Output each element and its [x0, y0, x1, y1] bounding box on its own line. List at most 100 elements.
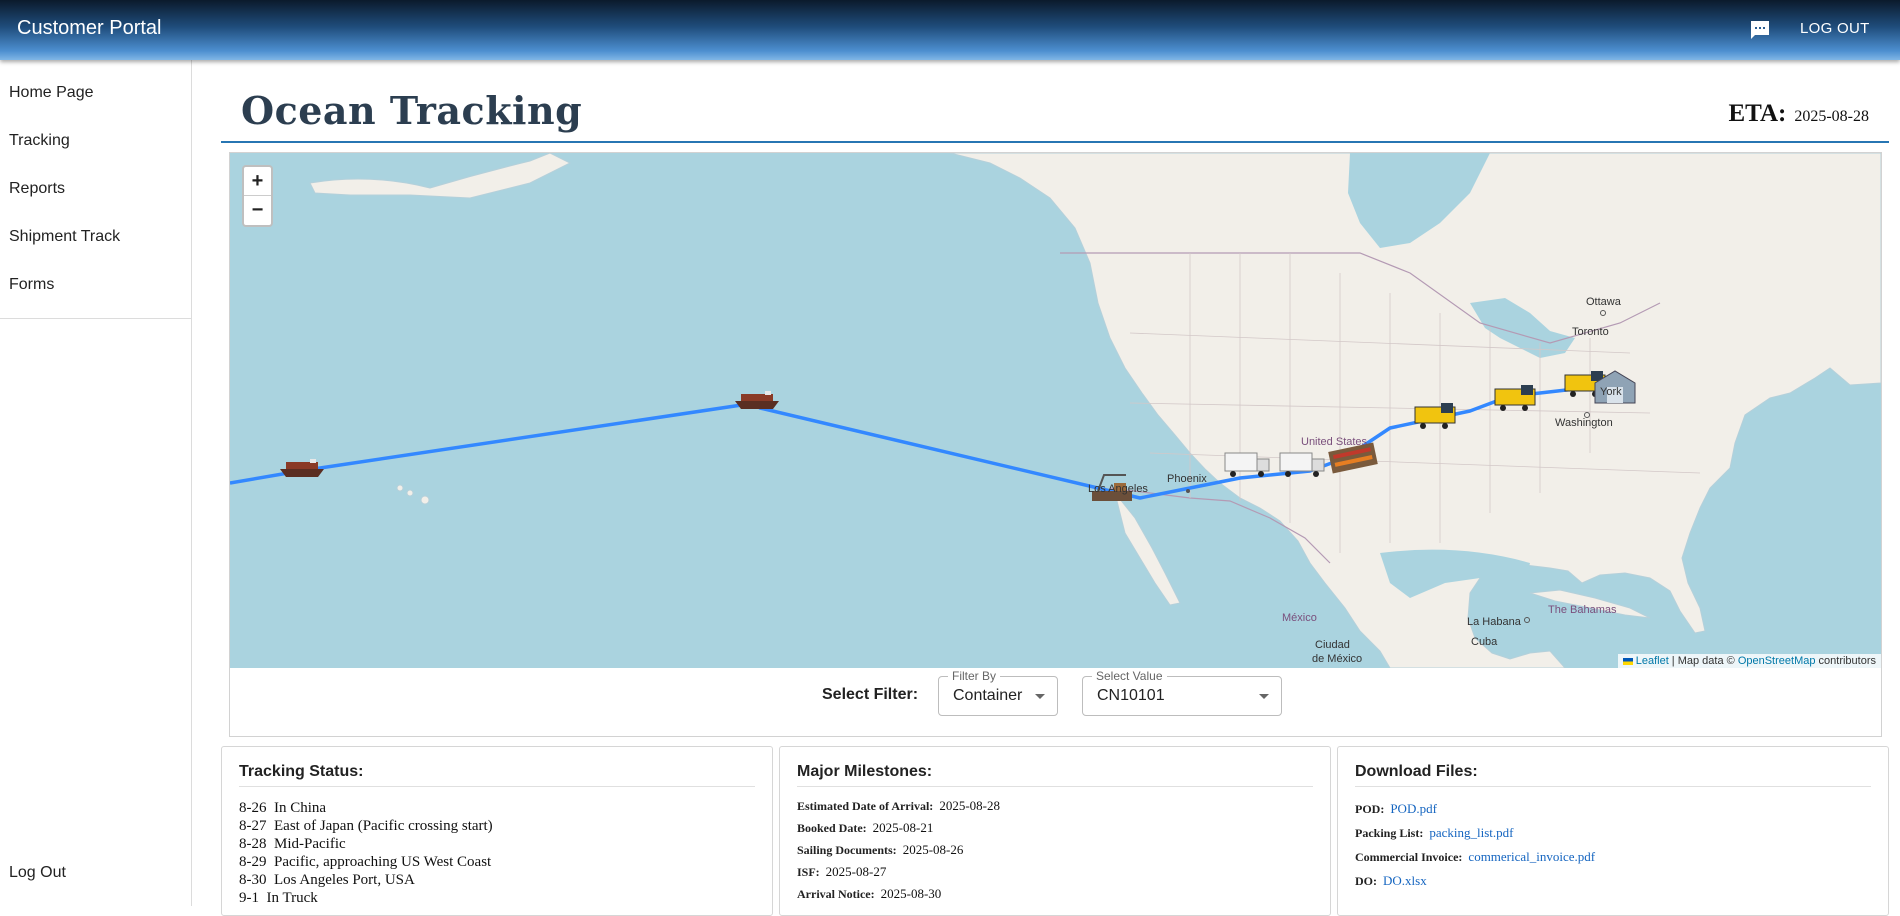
sidebar-nav: Home Page Tracking Reports Shipment Trac…	[0, 60, 191, 319]
major-milestones-title: Major Milestones:	[797, 763, 933, 780]
zoom-out-button[interactable]: −	[244, 196, 271, 225]
milestone-label: Arrival Notice:	[797, 887, 875, 901]
milestone-value: 2025-08-21	[872, 820, 934, 835]
download-row: Packing List: packing_list.pdf	[1355, 821, 1871, 845]
place-label-de-mexico: de México	[1312, 653, 1363, 665]
download-label: Packing List:	[1355, 826, 1424, 840]
place-label-ottawa: Ottawa	[1586, 296, 1621, 308]
downloads-list: POD: POD.pdf Packing List: packing_list.pd…	[1355, 797, 1871, 893]
place-label-washington: Washington	[1555, 417, 1613, 429]
place-label-la-habana: La Habana	[1467, 616, 1521, 628]
app-title: Customer Portal	[17, 17, 162, 39]
chevron-down-icon	[1259, 694, 1269, 699]
milestone-label: Estimated Date of Arrival:	[797, 799, 934, 813]
milestone-row: Estimated Date of Arrival: 2025-08-28	[797, 795, 1313, 817]
milestone-row: ISF: 2025-08-27	[797, 861, 1313, 883]
filter-by-select[interactable]: Filter By Container	[938, 669, 1058, 716]
sidebar-item-forms[interactable]: Forms	[0, 261, 191, 309]
milestone-row: Arrival Notice: 2025-08-30	[797, 883, 1313, 905]
leaflet-link[interactable]: Leaflet	[1636, 655, 1669, 667]
place-label-new-york: York	[1600, 386, 1622, 398]
download-files-panel: Download Files: POD: POD.pdf Packing List…	[1337, 746, 1889, 916]
map-zoom-control: + −	[242, 165, 273, 227]
status-line: 8-26 In China	[239, 800, 327, 816]
select-filter-label: Select Filter:	[822, 686, 919, 703]
filter-by-value: Container	[953, 687, 1023, 704]
hawaii-island	[420, 495, 430, 505]
status-line: 8-28 Mid-Pacific	[239, 836, 346, 852]
filter-by-legend: Filter By	[948, 669, 1001, 683]
sidebar: Home Page Tracking Reports Shipment Trac…	[0, 60, 192, 906]
download-row: DO: DO.xlsx	[1355, 869, 1871, 893]
download-label: POD:	[1355, 802, 1385, 816]
milestone-row: Sailing Documents: 2025-08-26	[797, 839, 1313, 861]
commercial-invoice-file-link[interactable]: commerical_invoice.pdf	[1468, 849, 1595, 864]
status-line: 8-29 Pacific, approaching US West Coast	[239, 854, 492, 870]
tracking-map[interactable]: Ottawa Toronto York Washington United St…	[230, 153, 1881, 668]
openstreetmap-link[interactable]: OpenStreetMap	[1738, 655, 1816, 667]
phoenix-dot	[1186, 489, 1190, 493]
milestone-label: Sailing Documents:	[797, 843, 897, 857]
select-value-legend: Select Value	[1092, 669, 1167, 683]
map-attribution: Leaflet | Map data © OpenStreetMap contr…	[1617, 654, 1881, 668]
milestone-value: 2025-08-30	[880, 886, 942, 901]
download-label: Commercial Invoice:	[1355, 850, 1463, 864]
packing-list-file-link[interactable]: packing_list.pdf	[1429, 825, 1513, 840]
hawaii-island	[406, 489, 414, 497]
panel-divider	[239, 786, 755, 787]
place-label-toronto: Toronto	[1572, 326, 1609, 338]
place-label-cuba: Cuba	[1471, 636, 1498, 648]
milestones-list: Estimated Date of Arrival: 2025-08-28 Boo…	[797, 795, 1313, 905]
milestone-label: Booked Date:	[797, 821, 867, 835]
hawaii-island	[396, 484, 404, 492]
sidebar-item-tracking[interactable]: Tracking	[0, 117, 191, 165]
download-row: Commercial Invoice: commerical_invoice.pd…	[1355, 845, 1871, 869]
sidebar-item-home-page[interactable]: Home Page	[0, 69, 191, 117]
top-app-bar: Customer Portal LOG OUT	[0, 0, 1900, 60]
sidebar-logout-link[interactable]: Log Out	[9, 864, 66, 882]
zoom-in-button[interactable]: +	[244, 167, 271, 196]
attribution-text: | Map data ©	[1668, 655, 1738, 667]
attribution-suffix: contributors	[1815, 655, 1876, 667]
eta-value: 2025-08-28	[1794, 108, 1869, 125]
status-line: 8-27 East of Japan (Pacific crossing sta…	[239, 818, 493, 834]
map-canvas[interactable]	[230, 153, 1881, 668]
download-row: POD: POD.pdf	[1355, 797, 1871, 821]
aleutian-islands	[309, 153, 572, 199]
sidebar-item-reports[interactable]: Reports	[0, 165, 191, 213]
major-milestones-panel: Major Milestones: Estimated Date of Arri…	[779, 746, 1331, 916]
place-label-bahamas: The Bahamas	[1548, 604, 1617, 616]
page-title: Ocean Tracking	[241, 88, 583, 133]
milestone-row: Booked Date: 2025-08-21	[797, 817, 1313, 839]
select-value-select[interactable]: Select Value CN10101	[1082, 669, 1282, 716]
la-habana-dot	[1524, 617, 1530, 623]
panel-divider	[797, 786, 1313, 787]
title-divider	[221, 141, 1889, 143]
milestone-value: 2025-08-27	[825, 864, 887, 879]
place-label-united-states: United States	[1301, 436, 1368, 448]
pod-file-link[interactable]: POD.pdf	[1390, 801, 1437, 816]
place-label-phoenix: Phoenix	[1167, 473, 1207, 485]
status-line: 8-30 Los Angeles Port, USA	[239, 872, 415, 888]
do-file-link[interactable]: DO.xlsx	[1383, 873, 1427, 888]
milestone-label: ISF:	[797, 865, 820, 879]
ship-icon[interactable]	[735, 391, 779, 409]
panel-divider	[1355, 786, 1871, 787]
baja-peninsula	[1114, 492, 1181, 606]
milestone-value: 2025-08-26	[902, 842, 964, 857]
place-label-ciudad: Ciudad	[1315, 639, 1350, 651]
ukraine-flag-icon	[1622, 657, 1633, 665]
chat-icon[interactable]	[1748, 18, 1772, 42]
download-label: DO:	[1355, 874, 1377, 888]
place-label-mexico: México	[1282, 612, 1317, 624]
map-card: Ottawa Toronto York Washington United St…	[229, 152, 1882, 737]
download-files-title: Download Files:	[1355, 763, 1478, 780]
sidebar-item-shipment-track[interactable]: Shipment Track	[0, 213, 191, 261]
logout-button[interactable]: LOG OUT	[1800, 20, 1870, 37]
tracking-status-list: 8-26 In China 8-27 East of Japan (Pacifi…	[239, 799, 755, 907]
tracking-status-title: Tracking Status:	[239, 763, 364, 780]
eta-label: ETA:	[1728, 100, 1787, 127]
eta-display: ETA: 2025-08-28	[1728, 100, 1869, 128]
ship-icon[interactable]	[280, 459, 324, 477]
chevron-down-icon	[1035, 694, 1045, 699]
